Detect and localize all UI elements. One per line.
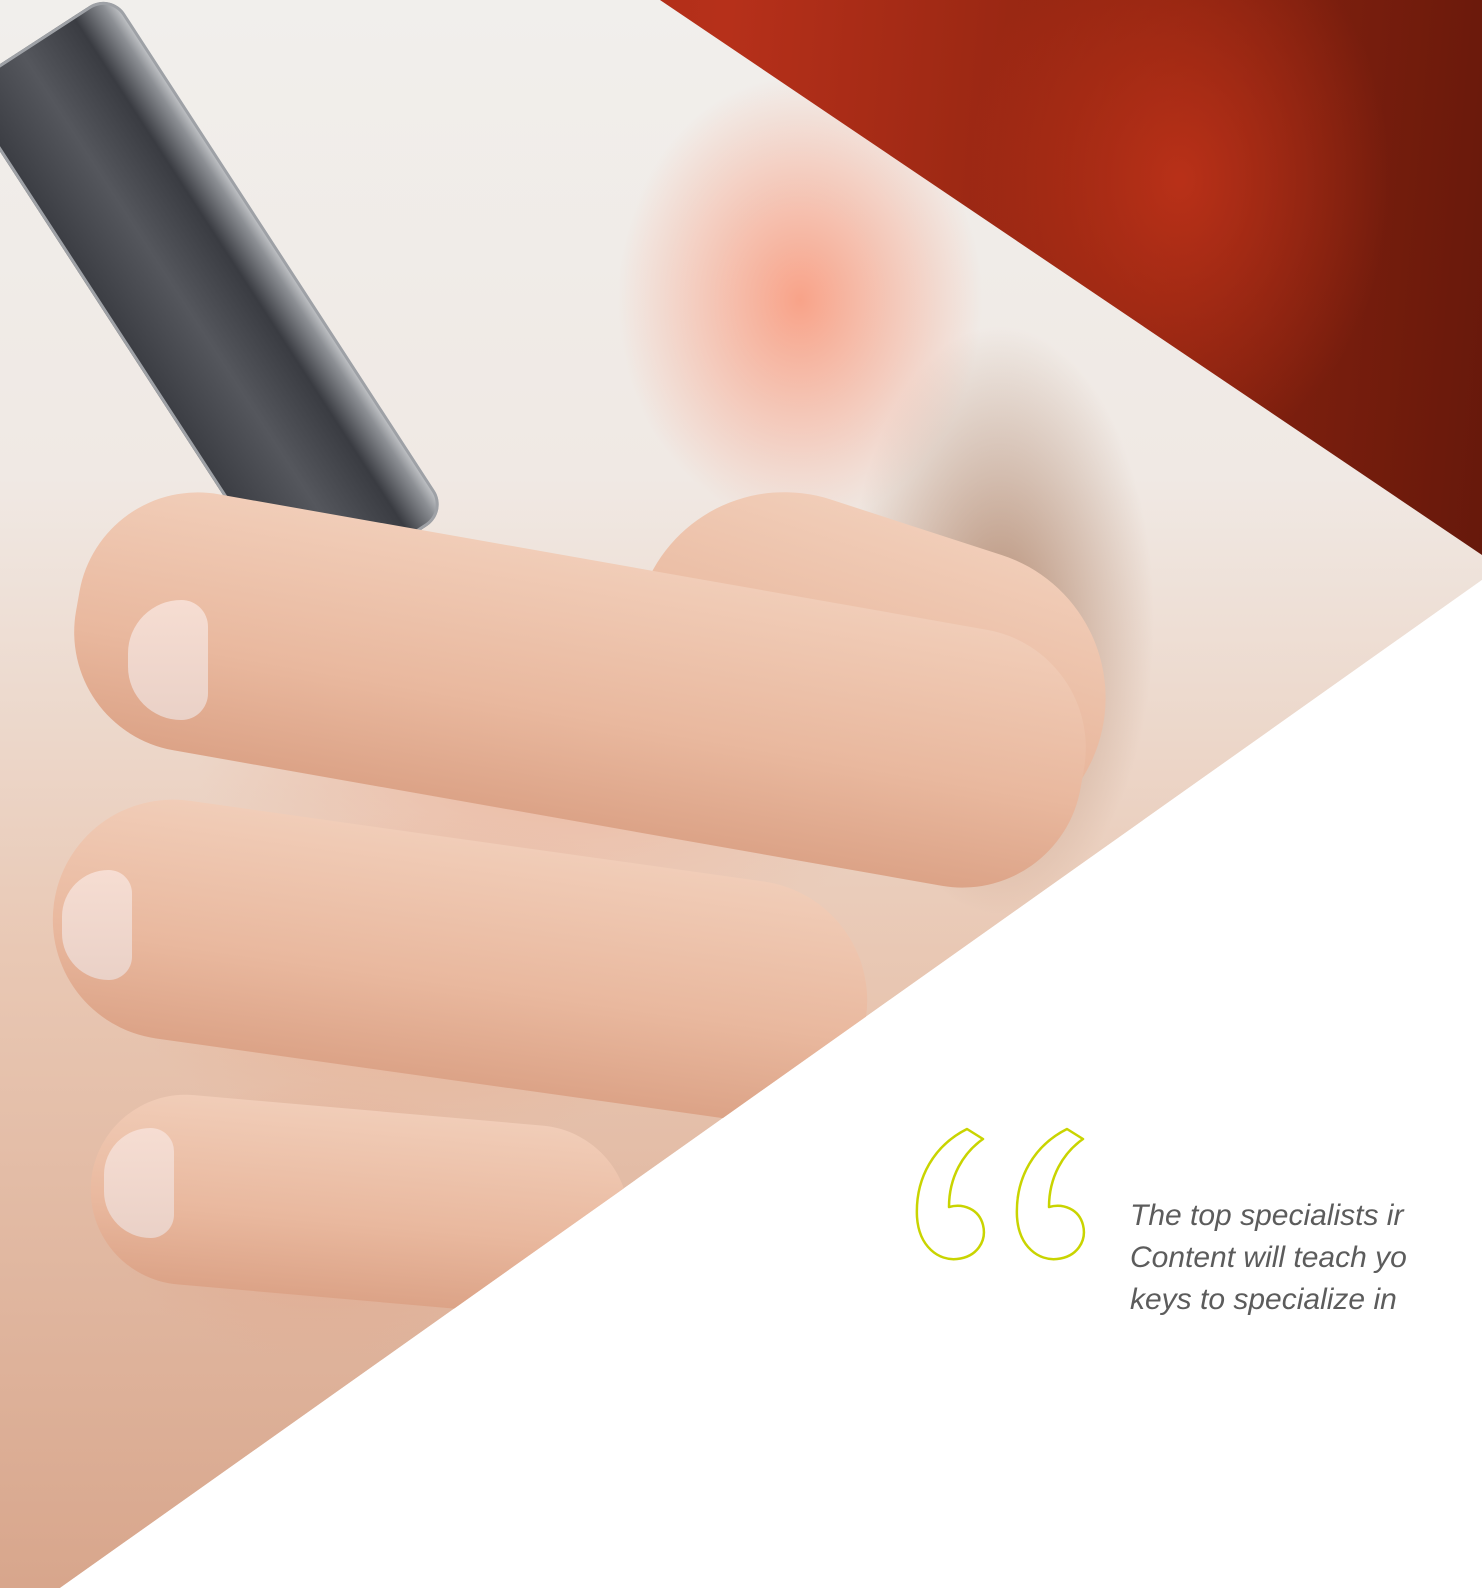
page-canvas: The top specialists ir Content will teac… — [0, 0, 1482, 1588]
quotation-mark-icon — [915, 1127, 1086, 1261]
quote-text: The top specialists ir Content will teac… — [1130, 1195, 1482, 1321]
quote-line: The top specialists ir — [1130, 1199, 1404, 1232]
quote-line: keys to specialize in — [1130, 1283, 1397, 1316]
fingernail-shape — [62, 870, 132, 980]
fingernail-shape — [104, 1128, 174, 1238]
quote-line: Content will teach yo — [1130, 1241, 1407, 1274]
hero-photo — [0, 0, 1482, 1588]
testimonial-quote: The top specialists ir Content will teac… — [905, 1125, 1482, 1325]
